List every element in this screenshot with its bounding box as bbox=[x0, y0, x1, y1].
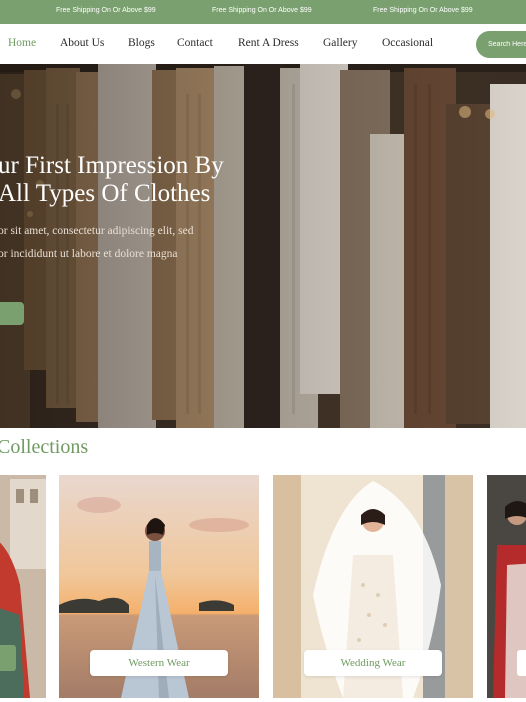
collection-card-image bbox=[0, 475, 46, 698]
collections-heading: Collections bbox=[0, 436, 89, 458]
search-box[interactable] bbox=[476, 31, 526, 58]
hero-cta-button[interactable] bbox=[0, 302, 24, 325]
main-nav: Home About Us Blogs Contact Rent A Dress… bbox=[0, 24, 526, 65]
promo-text: Free Shipping On Or Above $99 bbox=[56, 7, 156, 14]
card-label-western-wear[interactable]: Western Wear bbox=[90, 650, 228, 676]
collection-card-wedding-wear[interactable]: Wedding Wear bbox=[273, 475, 473, 698]
nav-occasional[interactable]: Occasional bbox=[382, 37, 433, 49]
promo-bar: Free Shipping On Or Above $99 Free Shipp… bbox=[0, 0, 526, 24]
hero-title-line: All Types Of Clothes bbox=[0, 180, 211, 207]
nav-rent-a-dress[interactable]: Rent A Dress bbox=[238, 37, 299, 49]
collection-card-western-wear[interactable]: Western Wear bbox=[59, 475, 259, 698]
nav-blogs[interactable]: Blogs bbox=[128, 37, 155, 49]
hero-banner: ur First Impression By All Types Of Clot… bbox=[0, 64, 526, 428]
hero-title: ur First Impression By All Types Of Clot… bbox=[0, 152, 298, 208]
collection-card[interactable] bbox=[487, 475, 526, 698]
nav-about-us[interactable]: About Us bbox=[60, 37, 104, 49]
promo-text: Free Shipping On Or Above $99 bbox=[212, 7, 312, 14]
nav-home[interactable]: Home bbox=[8, 37, 36, 49]
nav-gallery[interactable]: Gallery bbox=[323, 37, 357, 49]
hero-subtitle: or sit amet, consectetur adipiscing elit… bbox=[0, 220, 278, 266]
collection-card[interactable] bbox=[0, 475, 46, 698]
hero-subtitle-line: or sit amet, consectetur adipiscing elit… bbox=[0, 225, 194, 237]
promo-text: Free Shipping On Or Above $99 bbox=[373, 7, 473, 14]
hero-subtitle-line: or incididunt ut labore et dolore magna bbox=[0, 248, 178, 260]
card-label-wedding-wear[interactable]: Wedding Wear bbox=[304, 650, 442, 676]
nav-contact[interactable]: Contact bbox=[177, 37, 213, 49]
collection-card-image bbox=[487, 475, 526, 698]
search-input[interactable] bbox=[488, 37, 526, 51]
hero-title-line: ur First Impression By bbox=[0, 152, 224, 179]
